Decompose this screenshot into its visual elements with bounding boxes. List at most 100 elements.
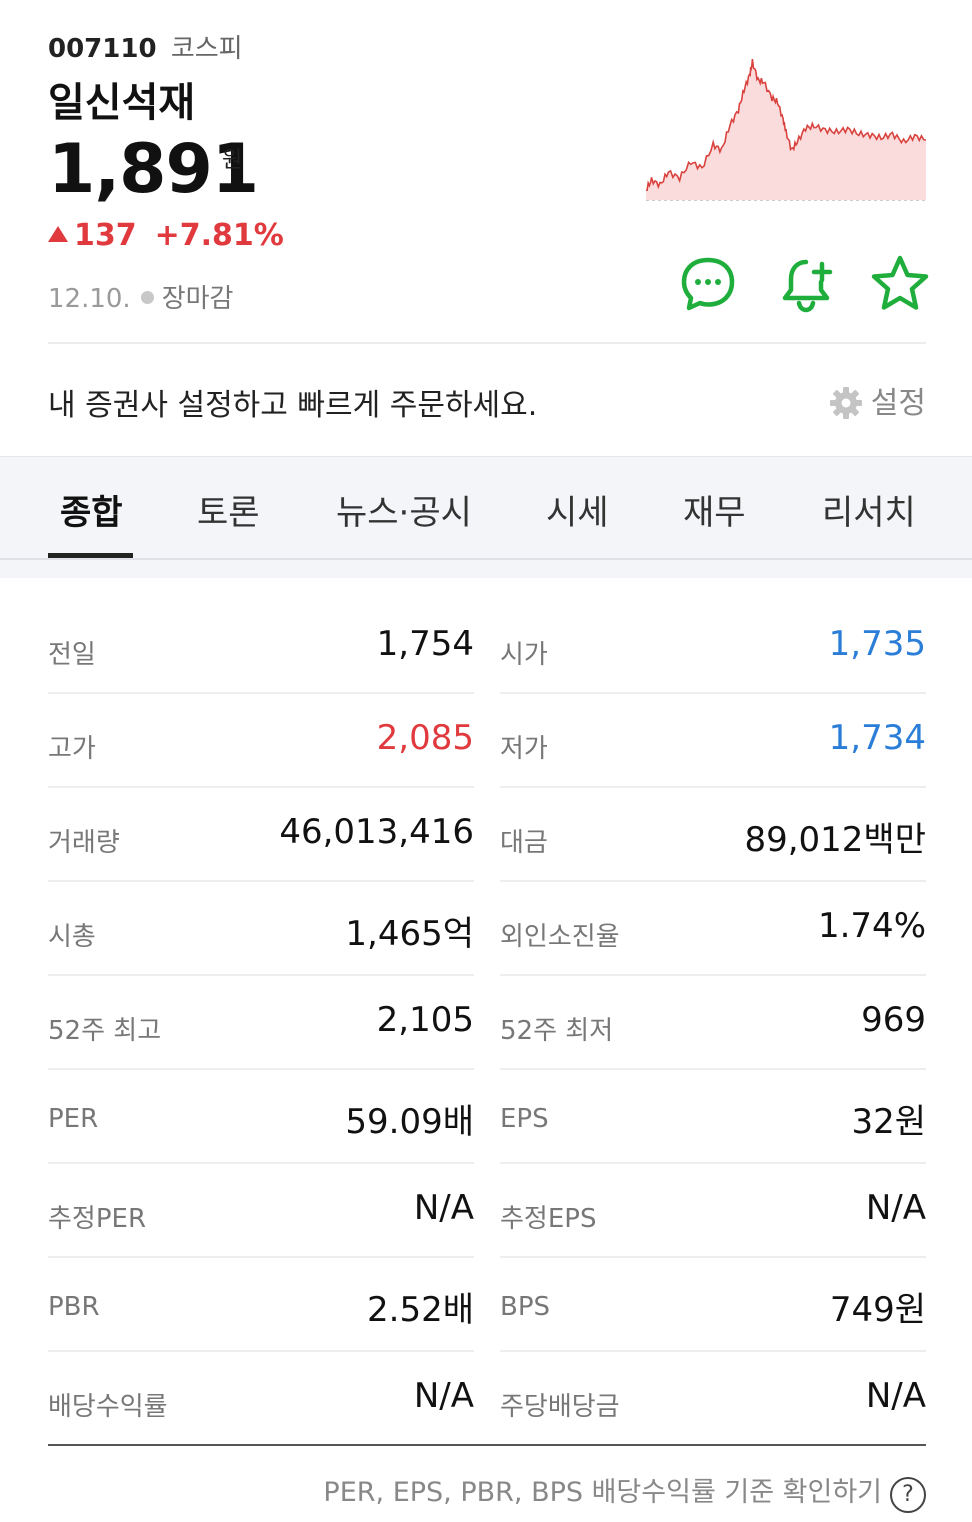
gear-icon: [829, 387, 862, 419]
info-label: 추정EPS: [500, 1204, 597, 1234]
price-change: 137 +7.81%: [48, 218, 284, 253]
bell-plus-icon: [782, 259, 833, 313]
stock-code: 007110: [48, 34, 157, 64]
tab-bar-shadow: [0, 558, 972, 578]
tab-discussion[interactable]: 토론: [197, 485, 260, 534]
info-value: N/A: [865, 1188, 926, 1228]
info-cell: BPS 749원: [500, 1258, 926, 1352]
tab-quotes[interactable]: 시세: [546, 485, 609, 534]
table-row: 시총 1,465억 외인소진율 1.74%: [48, 882, 926, 976]
table-row: 추정PER N/A 추정EPS N/A: [48, 1164, 926, 1258]
trade-date: 12.10.: [48, 284, 131, 314]
change-percent: +7.81%: [154, 218, 284, 253]
info-label: 외인소진율: [500, 922, 620, 952]
info-cell: EPS 32원: [500, 1070, 926, 1164]
info-label: 저가: [500, 734, 548, 764]
chat-button[interactable]: [676, 252, 740, 316]
info-value: 1,734: [828, 718, 926, 758]
info-label: 배당수익률: [48, 1392, 168, 1422]
price-alert-button[interactable]: [776, 252, 840, 316]
info-cell: 외인소진율 1.74%: [500, 882, 926, 976]
criteria-help-link[interactable]: PER, EPS, PBR, BPS 배당수익률 기준 확인하기?: [323, 1470, 926, 1513]
market-status-line: 12.10. 장마감: [48, 278, 233, 315]
tab-overview[interactable]: 종합: [60, 485, 123, 534]
info-label: 시총: [48, 922, 96, 952]
info-cell: 거래량 46,013,416: [48, 788, 474, 882]
chat-icon: [681, 257, 735, 311]
tab-bar: 종합 토론 뉴스·공시 시세 재무 리서치: [0, 456, 972, 558]
table-row: PBR 2.52배 BPS 749원: [48, 1258, 926, 1352]
star-icon: [871, 255, 929, 310]
info-label: EPS: [500, 1104, 549, 1134]
info-cell: 추정EPS N/A: [500, 1164, 926, 1258]
tab-research[interactable]: 리서치: [822, 485, 916, 534]
table-row: 52주 최고 2,105 52주 최저 969: [48, 976, 926, 1070]
info-cell: 시가 1,735: [500, 600, 926, 694]
info-value: 2,085: [376, 718, 474, 758]
info-value: N/A: [413, 1376, 474, 1416]
stock-info-table: 전일 1,754 시가 1,735 고가 2,085 저가 1,734 거래량 46,01…: [48, 600, 926, 1446]
info-label: PER: [48, 1104, 99, 1134]
table-row: 배당수익률 N/A 주당배당금 N/A: [48, 1352, 926, 1446]
info-label: 거래량: [48, 828, 120, 858]
info-value: 89,012백만: [744, 820, 926, 860]
table-row: 거래량 46,013,416 대금 89,012백만: [48, 788, 926, 882]
info-value: 59.09배: [345, 1102, 474, 1142]
info-label: 52주 최저: [500, 1016, 614, 1046]
info-value: 1,735: [828, 624, 926, 664]
info-cell: 대금 89,012백만: [500, 788, 926, 882]
price-unit: 원: [222, 148, 243, 173]
table-row: 고가 2,085 저가 1,734: [48, 694, 926, 788]
tab-news[interactable]: 뉴스·공시: [336, 485, 472, 534]
action-icons: [670, 252, 940, 318]
info-label: 추정PER: [48, 1204, 147, 1234]
price-sparkline[interactable]: [640, 50, 930, 210]
info-cell: PER 59.09배: [48, 1070, 474, 1164]
info-label: 전일: [48, 640, 96, 670]
table-row: PER 59.09배 EPS 32원: [48, 1070, 926, 1164]
help-icon: ?: [890, 1477, 926, 1513]
info-value: 1,754: [376, 624, 474, 664]
market-status: 장마감: [161, 284, 234, 314]
broker-promo-text: 내 증권사 설정하고 빠르게 주문하세요.: [48, 388, 538, 423]
stock-header: 007110 코스피 일신석재 1,891 원 137 +7.81% 12.10.…: [0, 0, 972, 340]
info-cell: 52주 최고 2,105: [48, 976, 474, 1070]
info-value: 2.52배: [367, 1290, 474, 1330]
info-label: 대금: [500, 828, 548, 858]
table-bottom-border: [48, 1444, 926, 1446]
change-amount: 137: [74, 218, 137, 253]
favorite-button[interactable]: [868, 252, 932, 316]
status-dot-icon: [140, 291, 154, 304]
info-value: 32원: [851, 1102, 926, 1142]
tab-financials[interactable]: 재무: [683, 485, 746, 534]
info-value: 749원: [829, 1290, 926, 1330]
info-label: 52주 최고: [48, 1016, 162, 1046]
table-row: 전일 1,754 시가 1,735: [48, 600, 926, 694]
info-label: 주당배당금: [500, 1392, 620, 1422]
info-value: 46,013,416: [279, 812, 474, 852]
info-value: N/A: [865, 1376, 926, 1416]
criteria-help-text: PER, EPS, PBR, BPS 배당수익률 기준 확인하기: [323, 1477, 882, 1508]
info-label: PBR: [48, 1292, 100, 1322]
settings-label: 설정: [870, 386, 926, 421]
info-cell: PBR 2.52배: [48, 1258, 474, 1352]
stock-code-line: 007110 코스피: [48, 28, 243, 65]
info-value: 969: [861, 1000, 926, 1040]
info-label: BPS: [500, 1292, 551, 1322]
info-cell: 전일 1,754: [48, 600, 474, 694]
info-cell: 고가 2,085: [48, 694, 474, 788]
stock-name: 일신석재: [48, 80, 196, 126]
info-label: 고가: [48, 734, 96, 764]
info-cell: 배당수익률 N/A: [48, 1352, 474, 1446]
info-value: N/A: [413, 1188, 474, 1228]
info-cell: 시총 1,465억: [48, 882, 474, 976]
info-label: 시가: [500, 640, 548, 670]
info-cell: 저가 1,734: [500, 694, 926, 788]
info-cell: 추정PER N/A: [48, 1164, 474, 1258]
info-cell: 52주 최저 969: [500, 976, 926, 1070]
market-name: 코스피: [170, 34, 243, 64]
broker-banner: 내 증권사 설정하고 빠르게 주문하세요. 설정: [0, 344, 972, 456]
up-triangle-icon: [48, 226, 68, 242]
info-value: 1,465억: [345, 914, 474, 954]
broker-settings-button[interactable]: 설정: [829, 378, 926, 422]
